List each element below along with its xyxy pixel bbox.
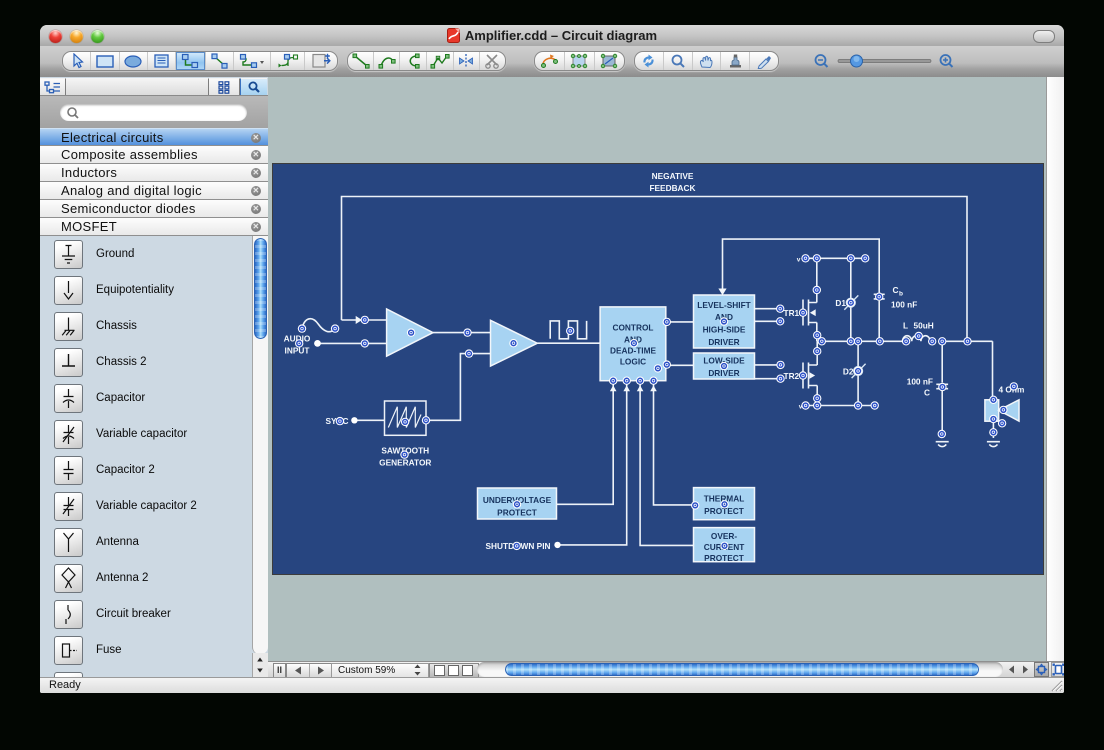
svg-text:L: L: [903, 321, 908, 331]
svg-text:D1: D1: [835, 298, 846, 308]
svg-text:FEEDBACK: FEEDBACK: [649, 183, 695, 193]
svg-text:DRIVER: DRIVER: [708, 337, 739, 347]
svg-text:TR2: TR2: [784, 371, 800, 381]
svg-text:v: v: [797, 257, 801, 264]
svg-text:b: b: [899, 291, 903, 298]
svg-text:LOGIC: LOGIC: [620, 356, 646, 366]
svg-text:LEVEL-SHIFT: LEVEL-SHIFT: [697, 300, 750, 310]
svg-text:OVER-: OVER-: [711, 531, 738, 541]
svg-text:100 nF: 100 nF: [891, 300, 917, 310]
svg-text:INPUT: INPUT: [285, 346, 310, 356]
svg-text:C: C: [893, 285, 899, 295]
svg-text:100 nF: 100 nF: [907, 377, 933, 387]
svg-text:CONTROL: CONTROL: [612, 322, 653, 332]
svg-text:PROTECT: PROTECT: [704, 553, 744, 563]
svg-text:HIGH-SIDE: HIGH-SIDE: [703, 325, 746, 335]
svg-text:TR1: TR1: [784, 308, 800, 318]
svg-text:PROTECT: PROTECT: [497, 508, 537, 518]
svg-text:50uH: 50uH: [914, 321, 934, 331]
svg-text:C: C: [924, 388, 930, 398]
svg-text:NEGATIVE: NEGATIVE: [652, 171, 694, 181]
svg-text:D2: D2: [843, 367, 854, 377]
svg-text:GENERATOR: GENERATOR: [379, 458, 431, 468]
